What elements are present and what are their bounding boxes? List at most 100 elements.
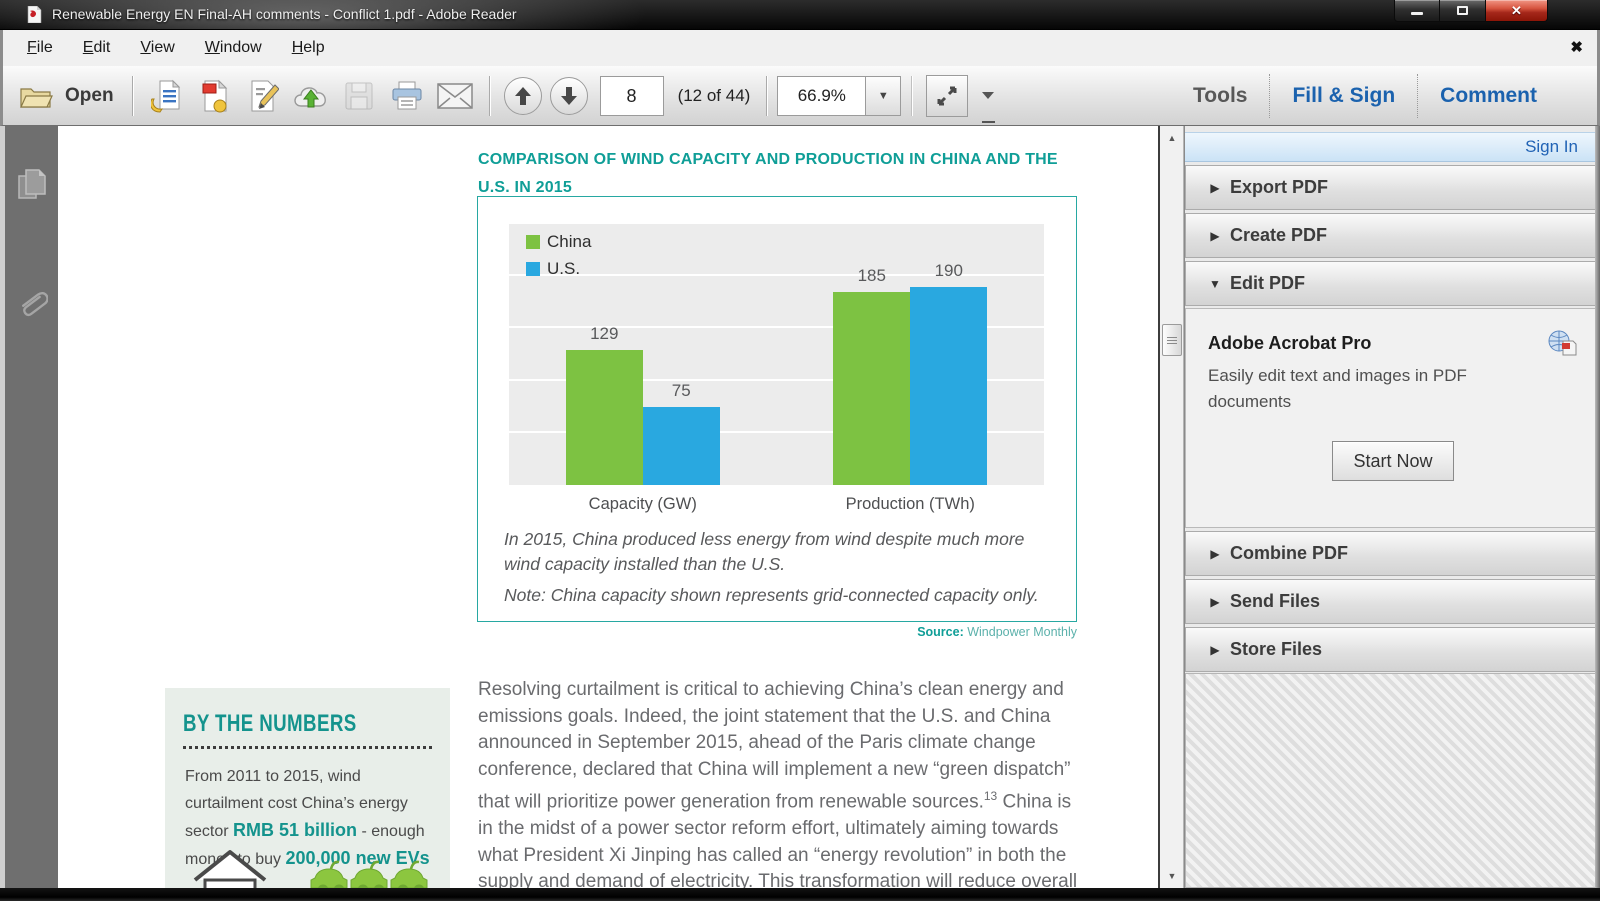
- close-icon: ✕: [1511, 2, 1522, 18]
- legend-swatch: [526, 262, 540, 276]
- minimize-icon: [1411, 12, 1423, 15]
- page-count-label: (12 of 44): [677, 85, 751, 105]
- chart-legend: China U.S.: [526, 232, 591, 286]
- dotted-divider: [183, 746, 432, 749]
- navigation-pane: [0, 126, 58, 888]
- next-page-button[interactable]: [549, 76, 588, 115]
- title-bar: Renewable Energy EN Final-AH comments - …: [0, 0, 1600, 30]
- panel-store-files[interactable]: ▶ Store Files: [1185, 627, 1596, 672]
- chevron-down-icon: [982, 92, 995, 99]
- chevron-right-icon: ▶: [1210, 546, 1220, 561]
- adobe-reader-window: Renewable Energy EN Final-AH comments - …: [0, 0, 1600, 901]
- panel-export-pdf[interactable]: ▶ Export PDF: [1185, 165, 1596, 210]
- tab-comment[interactable]: Comment: [1430, 78, 1547, 114]
- menu-edit[interactable]: Edit: [71, 35, 123, 61]
- window-title: Renewable Energy EN Final-AH comments - …: [52, 6, 517, 22]
- chevron-right-icon: ▶: [1210, 180, 1220, 195]
- scrollbar-thumb[interactable]: [1162, 324, 1182, 356]
- tools-sidebar: Sign In ▶ Export PDF ▶ Create PDF ▼ Edit…: [1184, 126, 1596, 888]
- open-folder-icon: [20, 87, 53, 108]
- email-button[interactable]: [436, 77, 474, 115]
- share-file-button[interactable]: [148, 77, 186, 115]
- arrow-down-icon: [560, 86, 577, 105]
- toolbar: Open 8 (12 of 44) 66.9% ▼ Tools Fill & S…: [0, 66, 1600, 126]
- export-pdf-icon: [202, 79, 227, 112]
- toolbar-separator: [131, 75, 133, 116]
- panel-label: Store Files: [1230, 639, 1323, 659]
- sign-document-icon: [251, 80, 279, 111]
- zoom-dropdown-button[interactable]: ▼: [865, 75, 902, 116]
- print-icon: [392, 81, 422, 109]
- toolbar-separator: [766, 75, 768, 116]
- previous-page-button[interactable]: [503, 76, 542, 115]
- acrobat-pro-title: Adobe Acrobat Pro: [1208, 333, 1372, 353]
- menu-window[interactable]: Window: [193, 35, 274, 61]
- document-page[interactable]: COMPARISON OF WIND CAPACITY AND PRODUCTI…: [58, 126, 1158, 888]
- menu-view[interactable]: View: [128, 35, 186, 61]
- sign-document-button[interactable]: [244, 77, 282, 115]
- edit-pdf-panel-content: Adobe Acrobat Pro Easily edit text and i…: [1185, 308, 1596, 528]
- window-controls: ✕: [1394, 0, 1548, 22]
- open-button[interactable]: Open: [19, 82, 122, 110]
- upload-cloud-button[interactable]: [292, 77, 330, 115]
- legend-swatch: [526, 235, 540, 249]
- category-label: Capacity (GW): [588, 495, 697, 513]
- minimize-button[interactable]: [1394, 0, 1440, 22]
- vertical-scrollbar[interactable]: ▲ ▼: [1158, 126, 1184, 888]
- scroll-up-button[interactable]: ▲: [1161, 128, 1183, 148]
- zoom-level-input[interactable]: 66.9%: [777, 75, 866, 116]
- paragraph-text: Resolving curtailment is critical to ach…: [478, 679, 1071, 813]
- chart-caption: In 2015, China produced less energy from…: [504, 529, 1025, 574]
- chevron-right-icon: ▶: [1210, 594, 1220, 609]
- tab-tools[interactable]: Tools: [1183, 78, 1257, 114]
- by-the-numbers-title: BY THE NUMBERS: [183, 710, 357, 737]
- print-button[interactable]: [388, 77, 426, 115]
- save-icon: [345, 82, 373, 109]
- menu-help[interactable]: Help: [280, 35, 337, 61]
- panel-combine-pdf[interactable]: ▶ Combine PDF: [1185, 531, 1596, 576]
- window-right-border: [1595, 126, 1600, 888]
- toolbar-right-tabs: Tools Fill & Sign Comment: [1183, 73, 1547, 118]
- close-document-icon[interactable]: ✖: [1570, 38, 1583, 56]
- pdf-app-icon: [27, 6, 42, 23]
- chart-title: COMPARISON OF WIND CAPACITY AND PRODUCTI…: [478, 151, 1058, 196]
- menu-file[interactable]: File: [15, 35, 65, 61]
- acrobat-description: Easily edit text and images in PDF docum…: [1208, 366, 1467, 411]
- panel-send-files[interactable]: ▶ Send Files: [1185, 579, 1596, 624]
- toolbar-more-button[interactable]: [981, 92, 995, 123]
- chart-source: Source: Windpower Monthly: [917, 625, 1077, 639]
- chevron-bar: [981, 121, 995, 123]
- export-pdf-button[interactable]: [196, 77, 234, 115]
- panel-label: Create PDF: [1230, 225, 1328, 245]
- bar-value-label: 190: [934, 260, 963, 280]
- panel-label: Send Files: [1230, 591, 1321, 611]
- fit-window-button[interactable]: [926, 74, 969, 117]
- body-paragraph: Resolving curtailment is critical to ach…: [478, 677, 1082, 888]
- page-thumbnails-icon[interactable]: [17, 168, 47, 200]
- chart-plot-area: 129 75 185 190 China U.S.: [509, 224, 1044, 485]
- window-bottom-border: [0, 888, 1600, 901]
- toolbar-separator: [911, 75, 913, 116]
- toolbar-separator: [1417, 73, 1419, 118]
- bar-value-label: 75: [671, 380, 691, 400]
- sidebar-empty-area: [1185, 673, 1596, 888]
- save-button[interactable]: [340, 77, 378, 115]
- panel-edit-pdf[interactable]: ▼ Edit PDF: [1185, 261, 1596, 306]
- legend-label: U.S.: [547, 259, 581, 278]
- panel-create-pdf[interactable]: ▶ Create PDF: [1185, 213, 1596, 258]
- maximize-button[interactable]: [1440, 0, 1486, 22]
- close-button[interactable]: ✕: [1486, 0, 1548, 22]
- tab-fill-sign[interactable]: Fill & Sign: [1282, 78, 1405, 114]
- sign-in-link[interactable]: Sign In: [1185, 132, 1596, 162]
- chevron-right-icon: ▶: [1210, 642, 1220, 657]
- start-now-button[interactable]: Start Now: [1332, 441, 1454, 481]
- category-label: Production (TWh): [845, 495, 975, 513]
- maximize-icon: [1457, 6, 1468, 15]
- legend-item: China: [526, 232, 591, 252]
- page-number-input[interactable]: 8: [599, 75, 664, 116]
- scroll-down-button[interactable]: ▼: [1161, 866, 1183, 886]
- attachments-paperclip-icon[interactable]: [16, 290, 48, 326]
- toolbar-separator: [1269, 73, 1271, 118]
- house-and-ev-cars-illustration: [193, 850, 428, 888]
- source-value: Windpower Monthly: [963, 625, 1077, 639]
